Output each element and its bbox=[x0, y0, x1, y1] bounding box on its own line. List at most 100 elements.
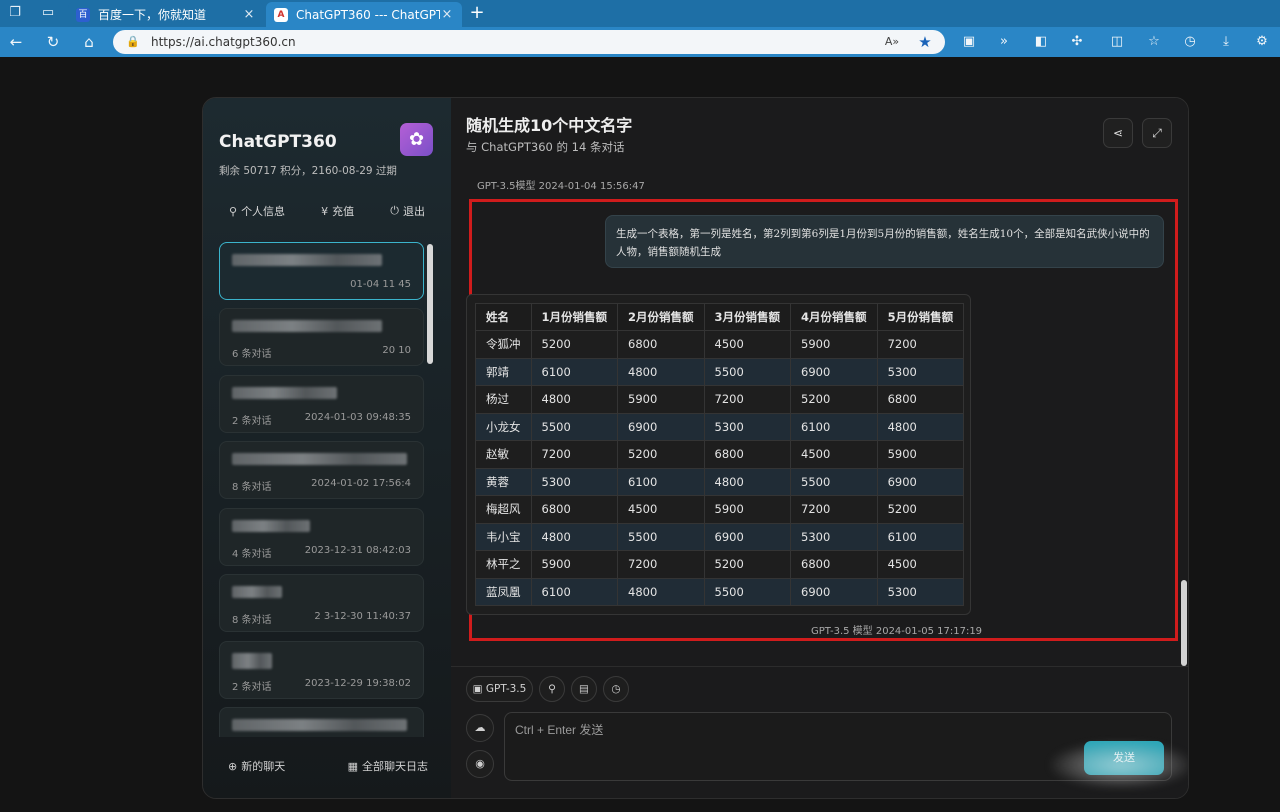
reload-icon[interactable]: ↻ bbox=[42, 31, 64, 53]
chat-panel: 随机生成10个中文名字 与 ChatGPT360 的 14 条对话 ⋖ ⤢ GP… bbox=[451, 98, 1188, 798]
profile-label: 个人信息 bbox=[241, 205, 286, 218]
sales-cell: 5300 bbox=[530, 467, 619, 496]
extension-image-icon[interactable]: ▣ bbox=[958, 31, 980, 53]
extension-arrows-icon[interactable]: » bbox=[993, 31, 1015, 53]
credits-info: 剩余 50717 积分，2160-08-29 过期 bbox=[219, 165, 397, 177]
sales-cell: 6100 bbox=[530, 357, 619, 386]
back-arrow-icon[interactable]: ← bbox=[5, 31, 27, 53]
new-chat-label: 新的聊天 bbox=[241, 760, 286, 773]
sidebar-scrollbar[interactable] bbox=[427, 244, 433, 364]
conversation-item[interactable]: 6 条对话 20 10 bbox=[219, 308, 424, 366]
new-chat-button[interactable]: ⊕ 新的聊天 bbox=[228, 758, 285, 774]
downloads-icon[interactable]: ⤓ bbox=[1215, 31, 1237, 53]
name-cell: 林平之 bbox=[475, 550, 532, 579]
chat-scrollbar[interactable] bbox=[1181, 580, 1187, 666]
calendar-button[interactable]: ▤ bbox=[571, 676, 597, 702]
role-button[interactable]: ⚲ bbox=[539, 676, 565, 702]
table-row: 黄蓉 5300 6100 4800 5500 6900 bbox=[475, 467, 965, 496]
browser-tab-baidu[interactable]: 百 百度一下，你就知道 × bbox=[68, 2, 264, 27]
new-tab-button[interactable]: + bbox=[466, 2, 488, 24]
conversation-count: 6 条对话 bbox=[232, 349, 272, 360]
name-cell: 梅超风 bbox=[475, 495, 532, 524]
conversation-count: 4 条对话 bbox=[232, 549, 272, 560]
conversation-count: 2 条对话 bbox=[232, 416, 272, 427]
sales-cell: 5300 bbox=[703, 412, 792, 441]
composer-tools: ▣ GPT-3.5 ⚲ ▤ ◷ bbox=[466, 676, 629, 702]
clock-icon: ◷ bbox=[611, 683, 621, 695]
conversation-time: 2023-12-29 19:38:02 bbox=[304, 678, 411, 689]
message-input[interactable] bbox=[515, 721, 1075, 771]
lock-icon: 🔒 bbox=[126, 35, 140, 48]
workspaces-icon[interactable]: ❐ bbox=[5, 4, 25, 22]
chatgpt360-favicon-icon: A bbox=[274, 7, 288, 22]
sales-cell: 5200 bbox=[530, 330, 619, 359]
all-chat-logs-button[interactable]: ▦ 全部聊天日志 bbox=[348, 758, 428, 774]
sales-cell: 5200 bbox=[703, 550, 792, 579]
share-button[interactable]: ⋖ bbox=[1103, 118, 1133, 148]
conversation-item[interactable]: 8 条对话 2024-01-02 17:56:4 bbox=[219, 441, 424, 499]
column-header: 2月份销售额 bbox=[617, 303, 705, 331]
logout-button[interactable]: ⏻ 退出 bbox=[380, 203, 435, 219]
profile-button[interactable]: ⚲ 个人信息 bbox=[219, 203, 295, 219]
model-select-button[interactable]: ▣ GPT-3.5 bbox=[466, 676, 533, 702]
url-text[interactable]: https://ai.chatgpt360.cn bbox=[151, 30, 296, 54]
conversation-time: 20 10 bbox=[382, 345, 411, 356]
chat-subtitle: 与 ChatGPT360 的 14 条对话 bbox=[466, 140, 625, 154]
conversation-title-blurred bbox=[232, 387, 337, 399]
conversation-title-blurred bbox=[232, 719, 407, 731]
tab-actions-icon[interactable]: ▭ bbox=[38, 4, 58, 22]
history-button[interactable]: ◷ bbox=[603, 676, 629, 702]
upload-button[interactable]: ☁ bbox=[466, 714, 494, 742]
sales-cell: 6100 bbox=[876, 522, 965, 551]
recharge-label: 充值 bbox=[332, 205, 355, 218]
address-bar[interactable]: 🔒 https://ai.chatgpt360.cn A» ★ bbox=[113, 30, 945, 54]
conversation-item[interactable] bbox=[219, 707, 424, 737]
conversation-item[interactable]: 8 条对话 2 3-12-30 11:40:37 bbox=[219, 574, 424, 632]
extensions-puzzle-icon[interactable]: ✣ bbox=[1066, 31, 1088, 53]
sales-cell: 5900 bbox=[617, 385, 705, 414]
conversation-item[interactable]: 4 条对话 2023-12-31 08:42:03 bbox=[219, 508, 424, 566]
conversation-title-blurred bbox=[232, 254, 382, 266]
close-tab-icon[interactable]: × bbox=[242, 7, 256, 22]
extension-ip-icon[interactable]: ◧ bbox=[1030, 31, 1052, 53]
chat-title: 随机生成10个中文名字 bbox=[466, 116, 633, 135]
conversation-count: 2 条对话 bbox=[232, 682, 272, 693]
power-icon: ⏻ bbox=[390, 204, 399, 217]
conversation-item[interactable]: 2 条对话 2023-12-29 19:38:02 bbox=[219, 641, 424, 699]
voice-button[interactable]: ◉ bbox=[466, 750, 494, 778]
conversation-item[interactable]: 2 条对话 2024-01-03 09:48:35 bbox=[219, 375, 424, 433]
table-grid-icon: ▦ bbox=[347, 759, 358, 773]
conversation-title-blurred bbox=[232, 653, 272, 669]
table-row: 韦小宝 4800 5500 6900 5300 6100 bbox=[475, 522, 965, 551]
read-aloud-icon[interactable]: A» bbox=[883, 33, 901, 51]
conversation-time: 2023-12-31 08:42:03 bbox=[304, 545, 411, 556]
yen-icon: ¥ bbox=[321, 204, 329, 218]
conversation-count: 8 条对话 bbox=[232, 482, 272, 493]
sales-cell: 7200 bbox=[530, 440, 619, 469]
sales-cell: 5300 bbox=[790, 522, 878, 551]
sales-cell: 6800 bbox=[876, 385, 965, 414]
share-icon: ⋖ bbox=[1112, 126, 1124, 140]
recharge-button[interactable]: ¥ 充值 bbox=[311, 203, 364, 219]
fullscreen-button[interactable]: ⤢ bbox=[1142, 118, 1172, 148]
split-screen-icon[interactable]: ◫ bbox=[1106, 31, 1128, 53]
history-icon[interactable]: ◷ bbox=[1179, 31, 1201, 53]
favorite-star-icon[interactable]: ★ bbox=[916, 33, 934, 51]
sales-cell: 5300 bbox=[876, 577, 965, 606]
close-tab-icon[interactable]: × bbox=[440, 7, 454, 22]
sidebar: ChatGPT360 ✿ 剩余 50717 积分，2160-08-29 过期 ⚲… bbox=[203, 98, 451, 798]
settings-more-icon[interactable]: ⚙ bbox=[1251, 31, 1273, 53]
home-icon[interactable]: ⌂ bbox=[78, 31, 100, 53]
baidu-favicon-icon: 百 bbox=[76, 7, 90, 22]
conversation-item[interactable]: 01-04 11 45 bbox=[219, 242, 424, 300]
browser-tab-chatgpt360[interactable]: A ChatGPT360 --- ChatGPT360 × bbox=[266, 2, 462, 27]
conversation-time: 2024-01-03 09:48:35 bbox=[304, 412, 411, 423]
sales-cell: 6100 bbox=[530, 577, 619, 606]
favorites-icon[interactable]: ☆ bbox=[1143, 31, 1165, 53]
sales-cell: 4800 bbox=[876, 412, 965, 441]
sales-cell: 4800 bbox=[530, 385, 619, 414]
sales-cell: 4500 bbox=[790, 440, 878, 469]
name-cell: 蓝凤凰 bbox=[475, 577, 532, 606]
voice-wave-icon: ◉ bbox=[475, 757, 485, 770]
sidebar-footer: ⊕ 新的聊天 ▦ 全部聊天日志 bbox=[228, 758, 428, 774]
